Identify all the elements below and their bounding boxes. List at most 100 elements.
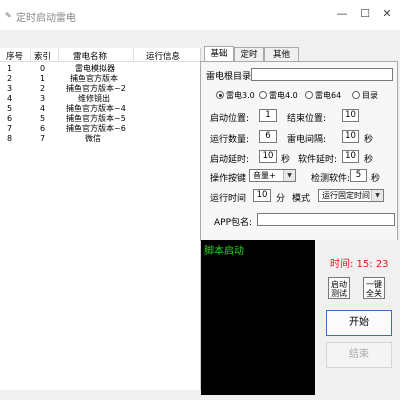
version-label-dir: 目录 [362,91,378,100]
row-name: 捕鱼官方版本~4 [66,104,126,113]
start-delay-label: 启动延时: [210,155,250,165]
start-pos-label: 启动位置: [210,114,250,124]
run-time-unit: 分 [276,194,286,204]
row-index: 1 [40,74,46,83]
row-name: 捕鱼官方版本~2 [66,84,126,93]
row-index: 0 [40,64,46,73]
row-num: 5 [7,104,13,113]
mode-value: 运行固定时间 [322,191,370,200]
close-all-button[interactable]: 一键 全关 [363,277,385,299]
chevron-down-icon[interactable]: ▼ [371,190,383,201]
basic-settings-panel: 雷电根目录: 雷电3.0 雷电4.0 雷电64 目录 启动位置: 1 结束位置:… [200,61,398,241]
app-pkg-input[interactable] [257,213,395,226]
column-header-name[interactable]: 雷电名称 [73,50,107,62]
close-button[interactable]: ✕ [380,7,394,21]
list-item[interactable]: 3 2 捕鱼官方版本~2 [0,84,200,94]
time-display: 时间: 15: 23 [330,259,389,270]
control-panel: 时间: 15: 23 启动 测试 一键 全关 开始 结束 [315,240,398,395]
row-num: 6 [7,114,13,123]
start-pos-input[interactable]: 1 [259,109,277,122]
detect-soft-label: 检测软件: [311,174,351,184]
start-test-button[interactable]: 启动 测试 [328,277,350,299]
version-label-4: 雷电4.0 [269,91,298,100]
interval-unit: 秒 [364,135,374,145]
column-header-index[interactable]: 索引 [34,50,51,62]
root-dir-label: 雷电根目录: [206,72,255,82]
row-num: 7 [7,124,13,133]
detect-soft-unit: 秒 [371,174,381,184]
row-name: 微信 [85,134,101,143]
row-num: 2 [7,74,13,83]
list-item[interactable]: 1 0 雷电模拟器 [0,64,200,74]
title-bar: ✎ 定时启动雷电 — ☐ ✕ [0,0,400,30]
run-time-input[interactable]: 10 [253,189,271,202]
minimize-button[interactable]: — [335,7,349,21]
column-divider[interactable] [58,48,59,61]
list-item[interactable]: 6 5 捕鱼官方版本~5 [0,114,200,124]
start-button[interactable]: 开始 [326,310,392,336]
run-time-label: 运行时间 [210,194,247,204]
version-radio-64[interactable] [305,91,313,99]
row-name: 捕鱼官方版本~6 [66,124,126,133]
version-label-64: 雷电64 [315,91,342,100]
list-item[interactable]: 2 1 捕鱼官方版本 [0,74,200,84]
tab-basic[interactable]: 基础 [204,46,234,62]
chevron-down-icon[interactable]: ▼ [283,170,295,181]
version-radio-dir[interactable] [352,91,360,99]
soft-delay-input[interactable]: 10 [342,150,359,163]
log-console[interactable]: 脚本启动 [201,240,315,395]
main-window: ✎ 定时启动雷电 — ☐ ✕ 序号 索引 雷电名称 运行信息 1 0 雷电模拟器… [0,0,400,400]
root-dir-input[interactable] [251,68,393,81]
row-name: 捕鱼官方版本 [70,74,118,83]
start-test-label-2: 测试 [331,289,347,298]
row-num: 4 [7,94,13,103]
maximize-button[interactable]: ☐ [358,7,372,21]
list-item[interactable]: 7 6 捕鱼官方版本~6 [0,124,200,134]
column-divider[interactable] [133,48,134,61]
soft-delay-label: 软件延时: [298,155,338,165]
op-key-select[interactable]: 音量+ ▼ [249,169,296,182]
row-index: 2 [40,84,46,93]
mode-select[interactable]: 运行固定时间 ▼ [318,189,384,202]
row-name: 捕鱼官方版本~5 [66,114,126,123]
close-all-label-2: 全关 [366,289,382,298]
tab-timer[interactable]: 定时 [234,47,264,62]
row-name: 维修镜出 [78,94,110,103]
run-count-input[interactable]: 6 [259,130,277,143]
mode-label: 模式 [292,194,311,204]
interval-label: 雷电间隔: [287,135,327,145]
column-header-info[interactable]: 运行信息 [146,50,180,62]
start-test-label-1: 启动 [331,280,347,289]
version-label-3: 雷电3.0 [226,91,255,100]
version-radio-4[interactable] [259,91,267,99]
list-header: 序号 索引 雷电名称 运行信息 [0,48,200,62]
column-header-num[interactable]: 序号 [6,50,23,62]
app-pkg-label: APP包名: [214,218,253,228]
op-key-label: 操作按键 [210,174,247,184]
interval-input[interactable]: 10 [342,130,359,143]
emulator-list[interactable]: 序号 索引 雷电名称 运行信息 1 0 雷电模拟器 2 1 捕鱼官方版本 3 2… [0,48,201,390]
start-delay-unit: 秒 [281,155,291,165]
console-text: 脚本启动 [204,246,244,257]
app-icon: ✎ [5,11,12,20]
end-pos-label: 结束位置: [287,114,327,124]
row-index: 5 [40,114,46,123]
window-title: 定时启动雷电 [16,13,76,24]
op-key-value: 音量+ [253,171,276,180]
row-index: 4 [40,104,46,113]
row-index: 3 [40,94,46,103]
list-item[interactable]: 8 7 微信 [0,134,200,144]
list-item[interactable]: 4 3 维修镜出 [0,94,200,104]
run-count-label: 运行数量: [210,135,250,145]
stop-button[interactable]: 结束 [326,342,392,368]
column-divider[interactable] [30,48,31,61]
list-item[interactable]: 5 4 捕鱼官方版本~4 [0,104,200,114]
row-num: 1 [7,64,13,73]
detect-soft-input[interactable]: 5 [350,169,367,182]
version-radio-3[interactable] [216,91,224,99]
row-num: 8 [7,134,13,143]
tab-other[interactable]: 其他 [264,47,299,62]
start-delay-input[interactable]: 10 [259,150,277,163]
soft-delay-unit: 秒 [364,155,374,165]
end-pos-input[interactable]: 10 [342,109,359,122]
